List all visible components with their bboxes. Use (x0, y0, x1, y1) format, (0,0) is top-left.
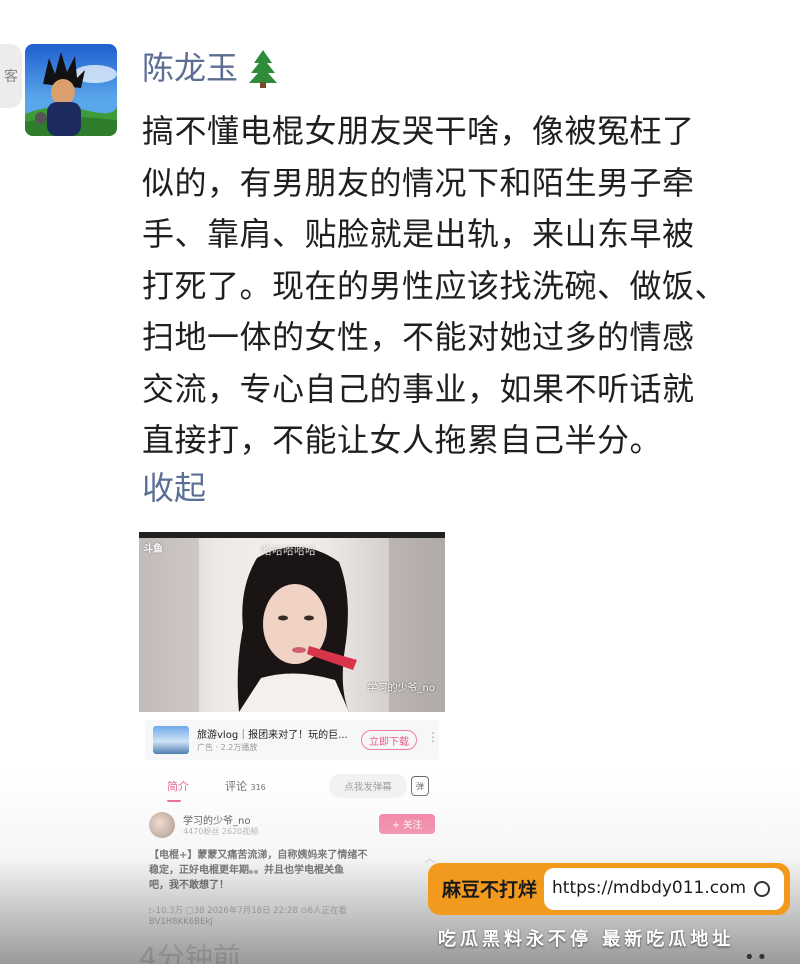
comment-line: 手、靠肩、贴脸就是出轨，来山东早被 (142, 215, 695, 253)
tab-comments[interactable]: 评论 316 (225, 778, 266, 794)
danmu-input[interactable]: 点我发弹幕 (329, 774, 407, 798)
tree-icon (249, 50, 278, 88)
time-ago: 4分钟前 (139, 941, 241, 964)
description-line: 稳定，正好电棍更年期。。并且也学电棍关鱼 (149, 865, 344, 876)
video-description: 【电棍+】蒙蒙又痛苦流涕，自称姨妈来了情绪不 稳定，正好电棍更年期。。并且也学电… (149, 848, 429, 893)
ad-banner[interactable]: 旅游vlog｜报团来对了！玩的巨... 广告 · 2.2万播放 立即下载 ⋮ (145, 720, 439, 760)
dots-icon: •• (744, 947, 770, 964)
promo-url[interactable]: https://mdbdy011.com (552, 878, 746, 898)
uploader-name[interactable]: 学习的少爷_no (183, 812, 250, 827)
promo-brand: 麻豆不打烊 (442, 879, 538, 901)
comment-text: 搞不懂电棍女朋友哭干啥，像被冤枉了 似的，有男朋友的情况下和陌生男子牵 手、靠肩… (142, 106, 782, 467)
tab-underline (167, 800, 181, 802)
tab-bar: 简介 评论 316 点我发弹幕 弹 (139, 770, 445, 804)
comment-line: 搞不懂电棍女朋友哭干啥，像被冤枉了 (142, 112, 695, 150)
description-line: 【电棍+】蒙蒙又痛苦流涕，自称姨妈来了情绪不 (149, 850, 368, 861)
circle-icon (754, 881, 770, 897)
author-name[interactable]: 陈龙玉 (142, 46, 280, 90)
video-player[interactable]: 斗鱼 哈哈哈哈哈 学习的少爷_no (139, 532, 445, 712)
chevron-up-icon[interactable]: ︿ (425, 850, 435, 865)
tab-comments-label: 评论 (225, 780, 247, 793)
promo-banner[interactable]: 麻豆不打烊 https://mdbdy011.com (428, 863, 790, 915)
uploader-stats: 4470粉丝 2620视频 (183, 827, 259, 836)
danmu-toggle-icon[interactable]: 弹 (411, 776, 429, 796)
promo-tagline: 吃瓜黑料永不停 最新吃瓜地址 (438, 929, 735, 950)
attached-screenshot[interactable]: 斗鱼 哈哈哈哈哈 学习的少爷_no 旅游vlog｜报团来对了！玩的巨... 广告… (139, 532, 447, 964)
tab-comments-count: 316 (250, 783, 266, 792)
video-corner-tag: 斗鱼 (143, 544, 163, 555)
promo-url-box[interactable]: https://mdbdy011.com (544, 868, 784, 910)
video-danmu-text: 哈哈哈哈哈 (261, 544, 316, 557)
comment-line: 似的，有男朋友的情况下和陌生男子牵 (142, 163, 695, 202)
description-line: 吧，我不敢想了！ (149, 880, 229, 891)
video-watermark: 学习的少爷_no (367, 683, 435, 694)
author-name-text: 陈龙玉 (142, 49, 239, 87)
ad-meta: 广告 · 2.2万播放 (197, 743, 258, 752)
more-icon[interactable]: ⋮ (427, 730, 439, 744)
ad-title: 旅游vlog｜报团来对了！玩的巨... (197, 730, 348, 741)
follow-button[interactable]: + 关注 (379, 814, 435, 834)
uploader-avatar[interactable] (149, 812, 175, 838)
download-button[interactable]: 立即下载 (361, 730, 417, 750)
ad-thumbnail (153, 726, 189, 754)
comment-line: 打死了。现在的男性应该找洗碗、做饭、 (142, 266, 728, 305)
avatar-image (25, 44, 117, 136)
video-meta: ▷10.3万 ▢38 2026年7月18日 22:28 ⊙6人正在看 (149, 906, 347, 916)
avatar[interactable] (25, 44, 117, 136)
comment-line: 交流，专心自己的事业，如果不听话就 (142, 369, 695, 408)
comment-line: 扫地一体的女性，不能对她过多的情感 (142, 318, 695, 356)
comment-line: 直接打，不能让女人拖累自己半分。 (142, 421, 663, 459)
bv-id: BV1H8KK6BEkJ (149, 917, 213, 927)
side-tab[interactable]: 客 (0, 44, 22, 108)
tab-intro[interactable]: 简介 (167, 778, 189, 794)
collapse-link[interactable]: 收起 (142, 466, 206, 510)
